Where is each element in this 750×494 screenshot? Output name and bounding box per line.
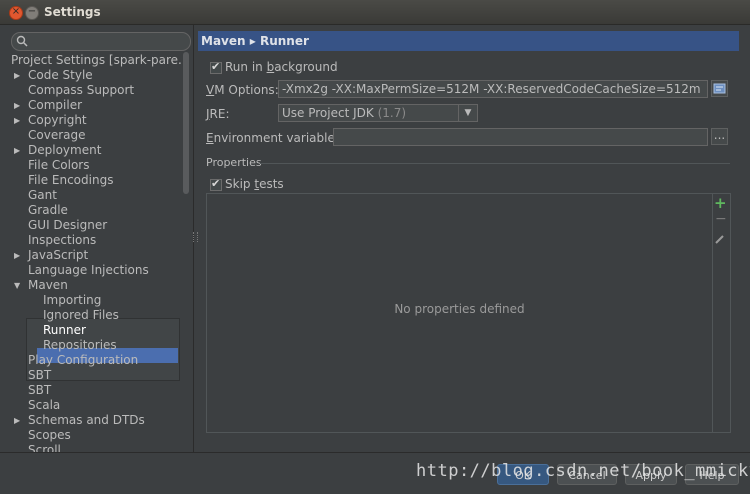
- tree-item-label: Runner: [43, 323, 86, 337]
- sidebar-scrollbar[interactable]: [183, 52, 189, 194]
- close-window-button[interactable]: ×: [9, 6, 23, 20]
- tree-item-label: Schemas and DTDs: [28, 413, 145, 427]
- skip-tests-label[interactable]: Skip tests: [225, 177, 284, 191]
- edit-environment-variables-button[interactable]: ...: [711, 128, 728, 145]
- properties-toolbar: + −: [710, 193, 731, 433]
- expanded-arrow-icon[interactable]: ▼: [14, 278, 20, 293]
- tree-item-label: Importing: [43, 293, 102, 307]
- add-icon[interactable]: +: [714, 194, 727, 212]
- tree-item-label: Compiler: [28, 98, 83, 112]
- breadcrumb-parent[interactable]: Maven: [201, 34, 246, 48]
- properties-table[interactable]: No properties defined: [206, 193, 713, 433]
- chevron-down-icon: ▼: [458, 105, 477, 121]
- expand-vm-options-button[interactable]: [711, 80, 728, 97]
- settings-tree: Project Settings [spark-pare... ▶ Code St…: [0, 51, 183, 452]
- tree-item-label: Compass Support: [28, 83, 135, 97]
- environment-variables-label: Environment variables:: [206, 131, 346, 145]
- breadcrumb-current: Runner: [259, 34, 309, 48]
- edit-pencil-icon[interactable]: [714, 234, 725, 245]
- checkmark-icon: ✔: [211, 177, 221, 190]
- tree-item-label: Play Configuration: [28, 353, 139, 367]
- tree-item-label: Language Injections: [28, 263, 149, 277]
- properties-section-title: Properties: [206, 156, 262, 169]
- collapsed-arrow-icon[interactable]: ▶: [14, 98, 20, 113]
- project-settings-header: Project Settings [spark-pare...: [11, 53, 183, 67]
- jre-label: JRE:: [206, 107, 230, 121]
- tree-item-label: Gant: [28, 188, 57, 202]
- collapsed-arrow-icon[interactable]: ▶: [14, 248, 20, 263]
- jre-select[interactable]: Use Project JDK (1.7) ▼: [278, 104, 478, 122]
- tree-item-label: Code Style: [28, 68, 93, 82]
- collapsed-arrow-icon[interactable]: ▶: [14, 143, 20, 158]
- tree-item-label: File Colors: [28, 158, 90, 172]
- settings-sidebar: Project Settings [spark-pare... ▶ Code St…: [0, 25, 194, 452]
- tree-item-label: Gradle: [28, 203, 68, 217]
- breadcrumb: Maven ▸ Runner: [198, 31, 739, 51]
- tree-item-label: SBT: [28, 368, 52, 382]
- expand-editor-icon: [713, 83, 726, 94]
- tree-item-label: JavaScript: [28, 248, 89, 262]
- tree-item-label: Scala: [28, 398, 61, 412]
- minimize-window-button[interactable]: −: [25, 6, 39, 20]
- search-icon: [16, 35, 28, 47]
- run-in-background-checkbox[interactable]: ✔: [210, 60, 222, 74]
- tree-item-label: Maven: [28, 278, 68, 292]
- tree-item-label: GUI Designer: [28, 218, 108, 232]
- minimize-icon: −: [27, 6, 37, 17]
- tree-item-label: Scroll...: [28, 443, 73, 452]
- vm-options-label: VM Options:: [206, 83, 279, 97]
- watermark-text: http://blog.csdn.net/book_mmicky: [416, 461, 750, 481]
- tree-item-label: SBT: [28, 383, 52, 397]
- breadcrumb-separator-icon: ▸: [249, 34, 256, 48]
- window-title: Settings: [44, 5, 101, 19]
- remove-icon[interactable]: −: [715, 211, 727, 227]
- tree-item-label: Ignored Files: [43, 308, 119, 322]
- settings-search-input[interactable]: [11, 32, 191, 51]
- tree-item-label: File Encodings: [28, 173, 114, 187]
- properties-separator: [260, 163, 730, 164]
- run-in-background-label[interactable]: Run in background: [225, 60, 338, 74]
- environment-variables-input[interactable]: [333, 128, 708, 146]
- checkmark-icon: ✔: [211, 60, 221, 73]
- runner-panel: Maven ▸ Runner ✔ Run in background VM Op…: [198, 25, 750, 452]
- tree-item-label: Repositories: [43, 338, 117, 352]
- tree-item-label: Copyright: [28, 113, 87, 127]
- skip-tests-checkbox[interactable]: ✔: [210, 177, 222, 191]
- title-bar: × − Settings: [0, 0, 750, 25]
- tree-item-label: Deployment: [28, 143, 102, 157]
- empty-properties-text: No properties defined: [394, 302, 525, 316]
- vm-options-input[interactable]: -Xmx2g -XX:MaxPermSize=512M -XX:Reserved…: [278, 80, 708, 98]
- collapsed-arrow-icon[interactable]: ▶: [14, 413, 20, 428]
- tree-item-label: Coverage: [28, 128, 86, 142]
- tree-item-label: Inspections: [28, 233, 97, 247]
- tree-item-label: Scopes: [28, 428, 71, 442]
- collapsed-arrow-icon[interactable]: ▶: [14, 113, 20, 128]
- close-icon: ×: [11, 6, 21, 17]
- collapsed-arrow-icon[interactable]: ▶: [14, 68, 20, 83]
